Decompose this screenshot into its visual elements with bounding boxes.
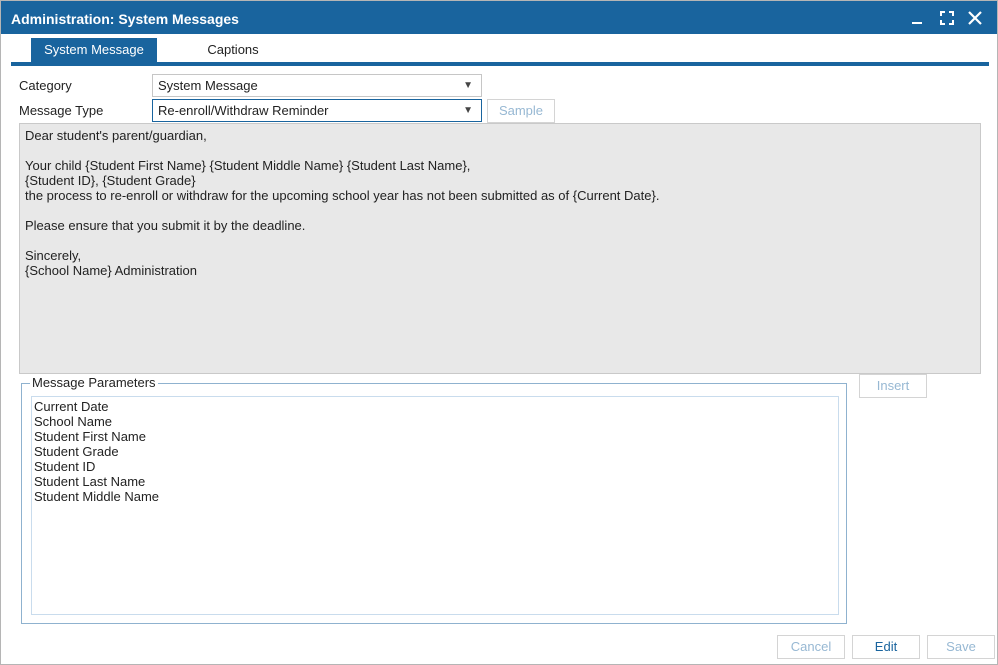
list-item[interactable]: Student Last Name [32, 474, 838, 489]
window-title: Administration: System Messages [11, 11, 239, 27]
list-item[interactable]: Student Middle Name [32, 489, 838, 504]
insert-button[interactable]: Insert [859, 374, 927, 398]
list-item[interactable]: Current Date [32, 399, 838, 414]
list-item[interactable]: Student ID [32, 459, 838, 474]
close-icon[interactable] [967, 10, 983, 26]
sample-button[interactable]: Sample [487, 99, 555, 123]
category-value: System Message [158, 78, 258, 93]
tab-system-message[interactable]: System Message [31, 38, 157, 62]
system-messages-window: Administration: System Messages System M… [0, 0, 998, 665]
title-bar: Administration: System Messages [1, 1, 997, 34]
category-select[interactable]: System Message ▼ [152, 74, 482, 97]
list-item[interactable]: School Name [32, 414, 838, 429]
tab-captions[interactable]: Captions [183, 38, 283, 62]
message-type-select[interactable]: Re-enroll/Withdraw Reminder ▼ [152, 99, 482, 122]
save-button[interactable]: Save [927, 635, 995, 659]
edit-button[interactable]: Edit [852, 635, 920, 659]
chevron-down-icon: ▼ [463, 105, 473, 116]
cancel-button[interactable]: Cancel [777, 635, 845, 659]
parameters-list[interactable]: Current Date School Name Student First N… [31, 396, 839, 615]
minimize-icon[interactable] [909, 10, 925, 26]
message-parameters-legend: Message Parameters [30, 375, 158, 390]
tab-underline [11, 62, 989, 66]
category-label: Category [19, 78, 72, 93]
tab-bar: System Message Captions [11, 38, 989, 66]
list-item[interactable]: Student Grade [32, 444, 838, 459]
maximize-icon[interactable] [939, 10, 955, 26]
message-body-text[interactable]: Dear student's parent/guardian, Your chi… [19, 123, 981, 374]
chevron-down-icon: ▼ [463, 80, 473, 91]
list-item[interactable]: Student First Name [32, 429, 838, 444]
message-type-label: Message Type [19, 103, 104, 118]
message-type-value: Re-enroll/Withdraw Reminder [158, 103, 329, 118]
message-parameters-group: Message Parameters Current Date School N… [21, 376, 847, 624]
